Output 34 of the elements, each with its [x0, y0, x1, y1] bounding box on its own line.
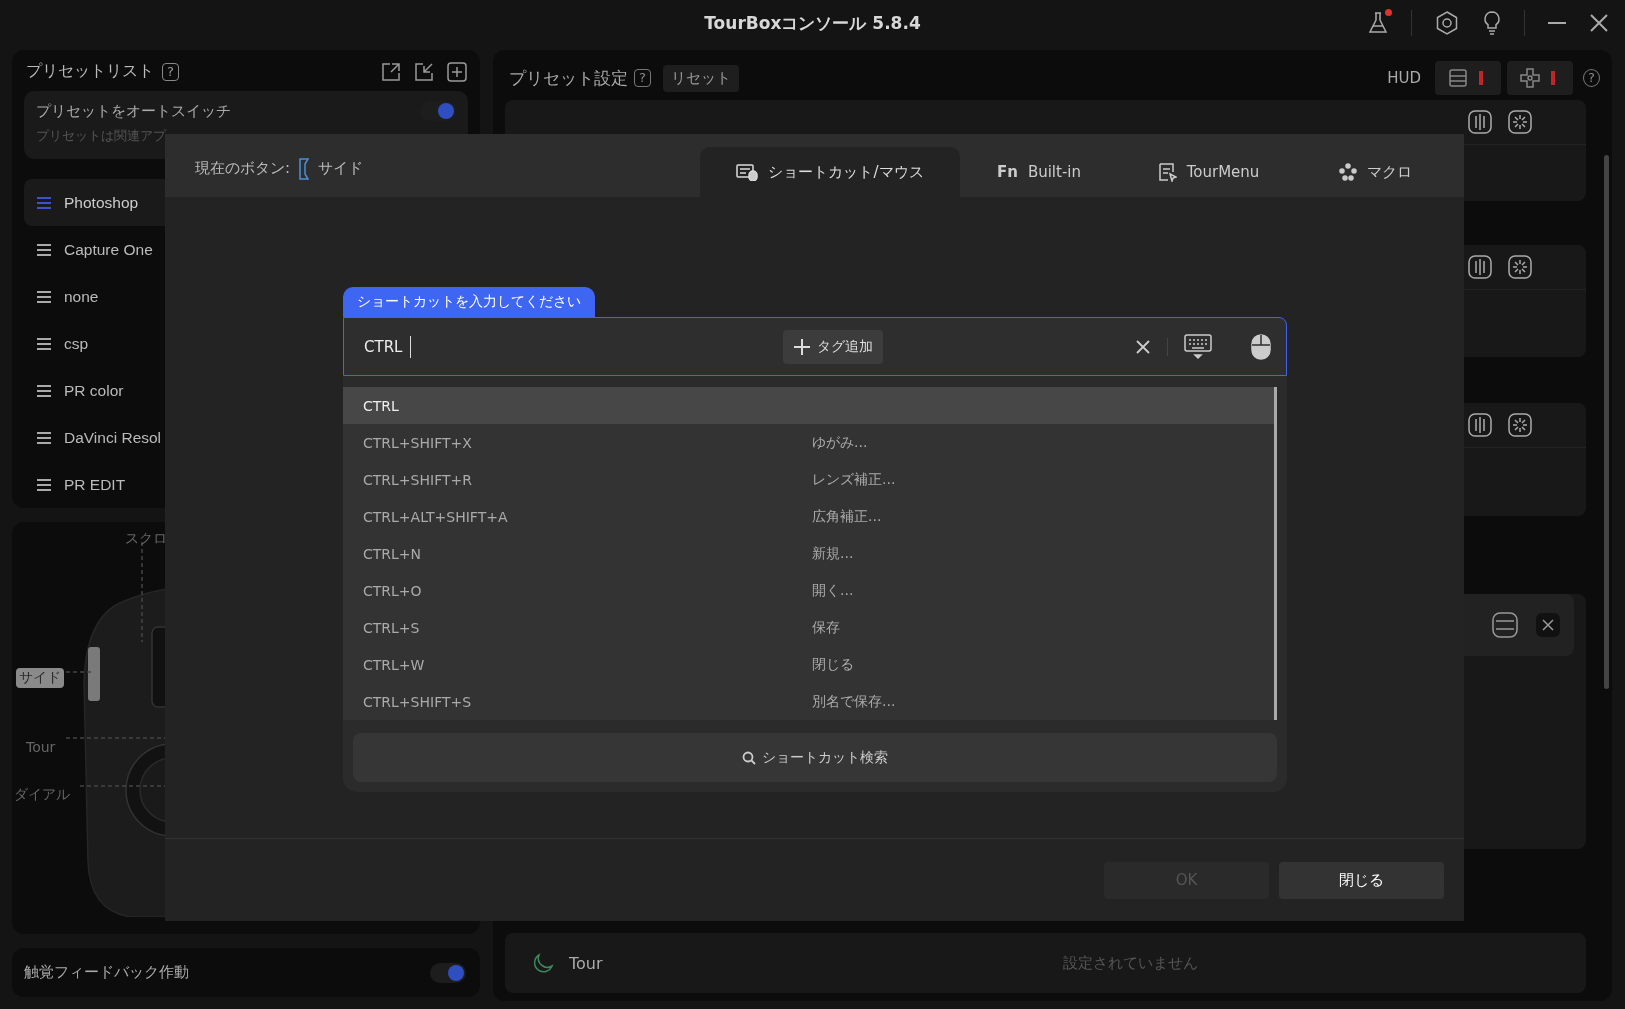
shortcut-description: 開く...	[812, 581, 855, 600]
shortcut-keys: CTRL+ALT+SHIFT+A	[363, 508, 812, 525]
device-label: スクロ	[125, 530, 167, 548]
shortcut-description: 新規...	[812, 544, 855, 563]
setting-label: プリセットをオートスイッチ	[36, 102, 231, 120]
current-button-name: サイド	[318, 159, 364, 178]
hud-label: HUD	[1387, 69, 1422, 87]
shortcut-keys: CTRL+S	[363, 619, 812, 636]
shortcut-description: 保存	[812, 618, 841, 637]
shortcut-description: 広角補正...	[812, 507, 883, 526]
setting-label: 触覚フィードバック作動	[24, 963, 189, 982]
device-label: Tour	[26, 739, 56, 755]
input-value: CTRL	[364, 337, 403, 356]
device-label: サイド	[16, 668, 64, 688]
shortcut-keys: CTRL	[363, 397, 812, 414]
shortcut-description: 別名で保存...	[812, 692, 897, 711]
shortcut-description: ゆがみ...	[812, 433, 869, 452]
panel-title: プリセット設定	[509, 66, 628, 90]
shortcut-keys: CTRL+SHIFT+X	[363, 434, 812, 451]
shortcut-keys: CTRL+W	[363, 656, 812, 673]
window-title: TourBoxコンソール 5.8.4	[704, 11, 921, 35]
fn-icon: Fn	[996, 163, 1018, 181]
shortcut-keys: CTRL+SHIFT+S	[363, 693, 812, 710]
shortcut-description: 閉じる	[812, 655, 855, 674]
current-button-label: 現在のボタン:	[195, 159, 291, 178]
row-name: Tour	[569, 953, 604, 973]
row-value: 設定されていません	[1063, 953, 1199, 973]
shortcut-keys: CTRL+SHIFT+R	[363, 471, 812, 488]
device-label: ダイアル	[14, 786, 70, 804]
shortcut-keys: CTRL+N	[363, 545, 812, 562]
shortcut-keys: CTRL+O	[363, 582, 812, 599]
field-label: ショートカットを入力してください	[343, 287, 595, 317]
shortcut-description: レンズ補正...	[812, 470, 897, 489]
panel-title: プリセットリスト	[26, 61, 154, 82]
